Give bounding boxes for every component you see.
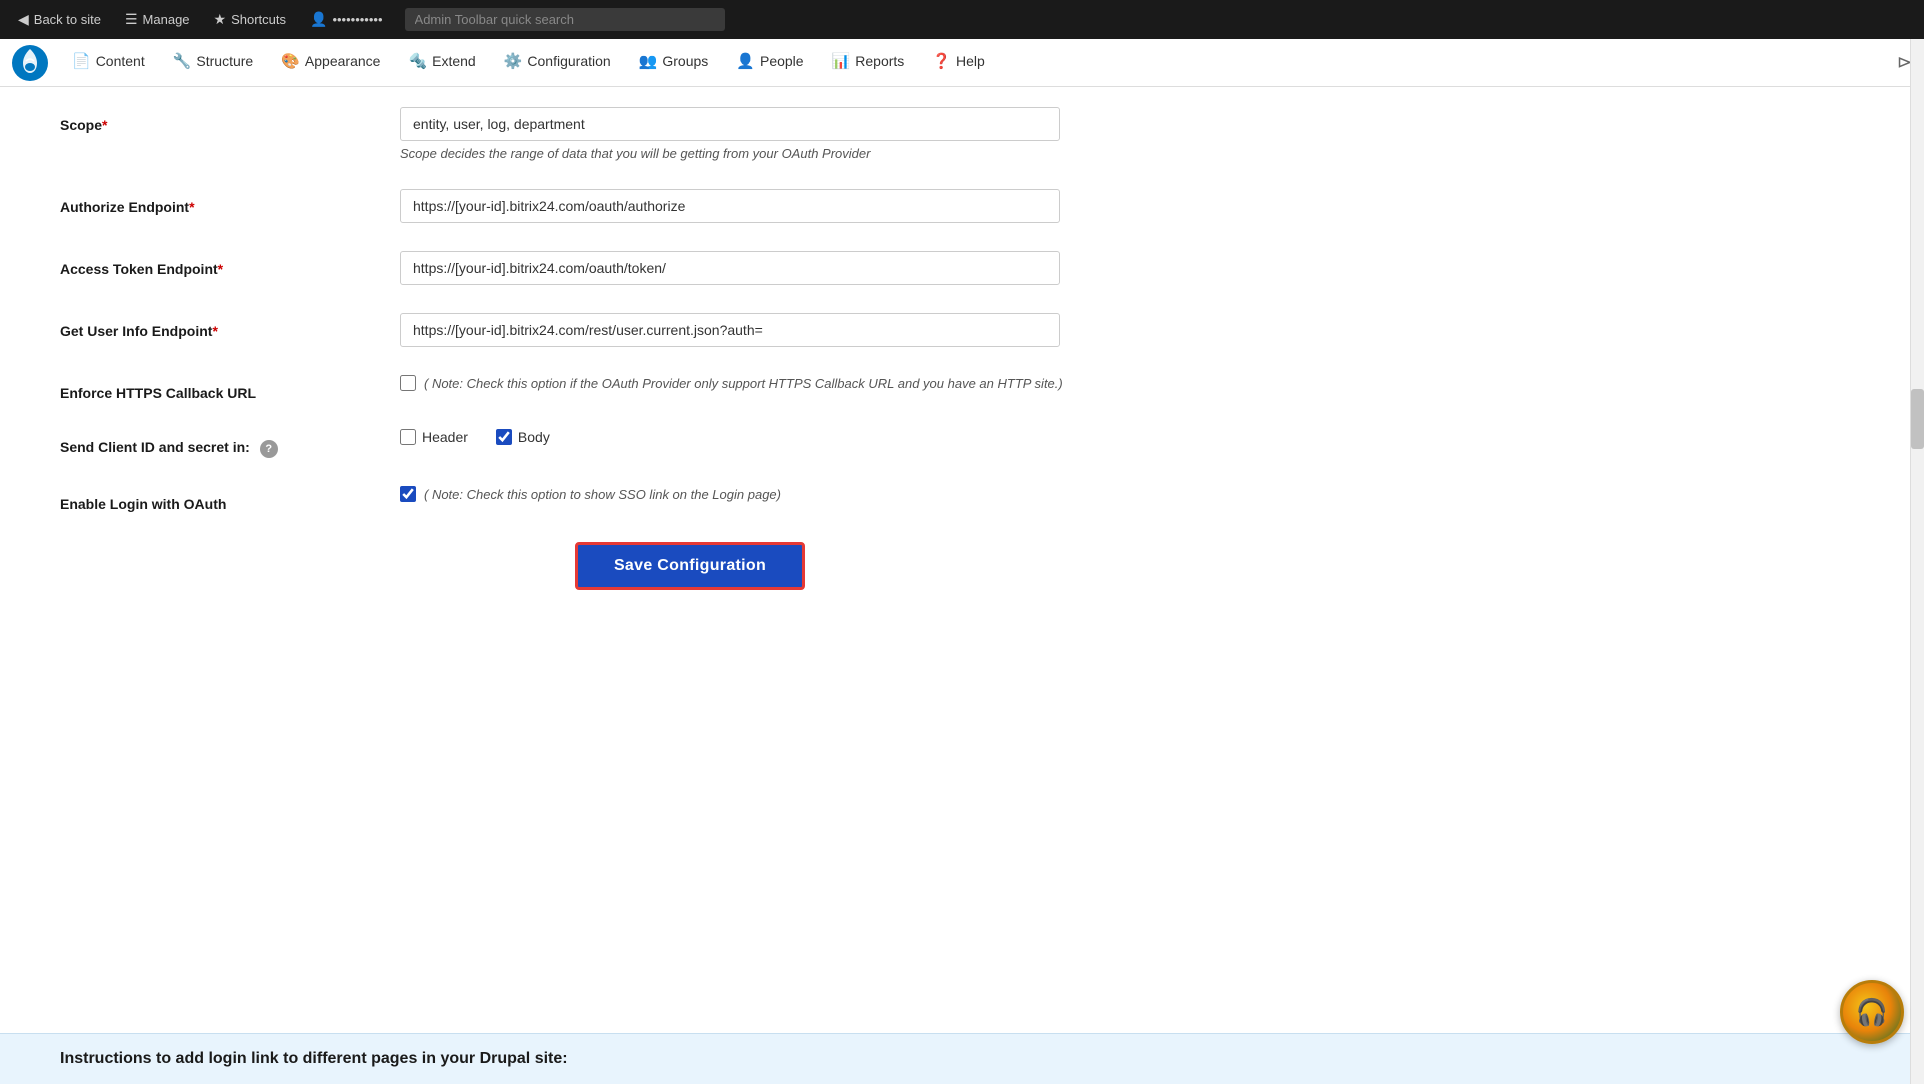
- search-container: [405, 8, 725, 31]
- nav-groups[interactable]: 👥 Groups: [625, 39, 723, 87]
- extend-icon: 🔩: [408, 52, 427, 70]
- drupal-logo: [12, 45, 48, 81]
- nav-content[interactable]: 📄 Content: [58, 39, 159, 87]
- send-client-id-checkbox-group: Header Body: [400, 429, 1320, 445]
- appearance-icon: 🎨: [281, 52, 300, 70]
- body-label: Body: [518, 429, 550, 445]
- enforce-https-checkbox[interactable]: [400, 375, 416, 391]
- scope-input[interactable]: [400, 107, 1060, 141]
- nav-configuration[interactable]: ⚙️ Configuration: [490, 39, 625, 87]
- user-btn[interactable]: 👤 •••••••••••: [300, 7, 393, 32]
- nav-people[interactable]: 👤 People: [722, 39, 817, 87]
- enforce-https-checkbox-group: ( Note: Check this option if the OAuth P…: [400, 375, 1320, 391]
- help-widget[interactable]: 🎧: [1840, 980, 1904, 1044]
- scope-hint: Scope decides the range of data that you…: [400, 146, 1320, 161]
- user-info-endpoint-label: Get User Info Endpoint*: [60, 313, 400, 339]
- scope-row: Scope* Scope decides the range of data t…: [60, 107, 1320, 161]
- send-client-id-row: Send Client ID and secret in: ? Header B…: [60, 429, 1320, 458]
- nav-extend[interactable]: 🔩 Extend: [394, 39, 489, 87]
- search-input[interactable]: [405, 8, 725, 31]
- access-token-endpoint-label: Access Token Endpoint*: [60, 251, 400, 277]
- structure-icon: 🔧: [173, 52, 192, 70]
- manage-icon: ☰: [125, 11, 138, 28]
- enforce-https-note: ( Note: Check this option if the OAuth P…: [424, 376, 1063, 391]
- enable-login-row: Enable Login with OAuth ( Note: Check th…: [60, 486, 1320, 512]
- back-to-site-btn[interactable]: ◀ Back to site: [8, 7, 111, 32]
- main-content: Scope* Scope decides the range of data t…: [0, 87, 1380, 650]
- authorize-endpoint-input[interactable]: [400, 189, 1060, 223]
- manage-btn[interactable]: ☰ Manage: [115, 7, 200, 32]
- authorize-endpoint-label: Authorize Endpoint*: [60, 189, 400, 215]
- instructions-bar: Instructions to add login link to differ…: [0, 1033, 1910, 1084]
- nav-reports[interactable]: 📊 Reports: [818, 39, 919, 87]
- enable-login-label: Enable Login with OAuth: [60, 486, 400, 512]
- star-icon: ★: [214, 11, 227, 28]
- user-info-endpoint-row: Get User Info Endpoint*: [60, 313, 1320, 347]
- scope-label: Scope*: [60, 107, 400, 133]
- back-icon: ◀: [18, 11, 29, 28]
- header-cb-item: Header: [400, 429, 468, 445]
- save-configuration-button[interactable]: Save Configuration: [575, 542, 805, 590]
- help-widget-icon: 🎧: [1856, 997, 1888, 1028]
- user-info-endpoint-field: [400, 313, 1320, 347]
- body-cb-item: Body: [496, 429, 550, 445]
- content-icon: 📄: [72, 52, 91, 70]
- shortcuts-btn[interactable]: ★ Shortcuts: [204, 7, 296, 32]
- help-icon: ❓: [932, 52, 951, 70]
- scope-field: Scope decides the range of data that you…: [400, 107, 1320, 161]
- access-token-endpoint-field: [400, 251, 1320, 285]
- people-icon: 👤: [736, 52, 755, 70]
- send-client-id-help-icon[interactable]: ?: [260, 440, 278, 458]
- header-checkbox[interactable]: [400, 429, 416, 445]
- authorize-endpoint-row: Authorize Endpoint*: [60, 189, 1320, 223]
- header-label: Header: [422, 429, 468, 445]
- nav-help[interactable]: ❓ Help: [918, 39, 998, 87]
- nav-structure[interactable]: 🔧 Structure: [159, 39, 268, 87]
- enable-login-field: ( Note: Check this option to show SSO li…: [400, 486, 1320, 508]
- body-checkbox[interactable]: [496, 429, 512, 445]
- access-token-endpoint-row: Access Token Endpoint*: [60, 251, 1320, 285]
- enable-login-checkbox[interactable]: [400, 486, 416, 502]
- send-client-id-label: Send Client ID and secret in: ?: [60, 429, 400, 458]
- reports-icon: 📊: [832, 52, 851, 70]
- authorize-endpoint-field: [400, 189, 1320, 223]
- enable-login-note: ( Note: Check this option to show SSO li…: [424, 487, 781, 502]
- groups-icon: 👥: [639, 52, 658, 70]
- admin-toolbar: ◀ Back to site ☰ Manage ★ Shortcuts 👤 ••…: [0, 0, 1924, 39]
- user-icon: 👤: [310, 11, 327, 28]
- scope-required: *: [102, 117, 107, 133]
- access-token-required: *: [218, 261, 223, 277]
- authorize-required: *: [189, 199, 194, 215]
- user-info-endpoint-input[interactable]: [400, 313, 1060, 347]
- scrollbar-thumb[interactable]: [1911, 389, 1924, 449]
- enforce-https-field: ( Note: Check this option if the OAuth P…: [400, 375, 1320, 397]
- drupal-nav: 📄 Content 🔧 Structure 🎨 Appearance 🔩 Ext…: [0, 39, 1924, 87]
- enable-login-checkbox-group: ( Note: Check this option to show SSO li…: [400, 486, 1320, 502]
- configuration-icon: ⚙️: [504, 52, 523, 70]
- enforce-https-label: Enforce HTTPS Callback URL: [60, 375, 400, 401]
- access-token-endpoint-input[interactable]: [400, 251, 1060, 285]
- enforce-https-row: Enforce HTTPS Callback URL ( Note: Check…: [60, 375, 1320, 401]
- save-btn-row: Save Configuration: [60, 542, 1320, 590]
- send-client-id-field: Header Body: [400, 429, 1320, 451]
- user-info-required: *: [212, 323, 217, 339]
- nav-appearance[interactable]: 🎨 Appearance: [267, 39, 394, 87]
- scrollbar-track[interactable]: [1910, 39, 1924, 1084]
- instructions-title: Instructions to add login link to differ…: [60, 1050, 1850, 1068]
